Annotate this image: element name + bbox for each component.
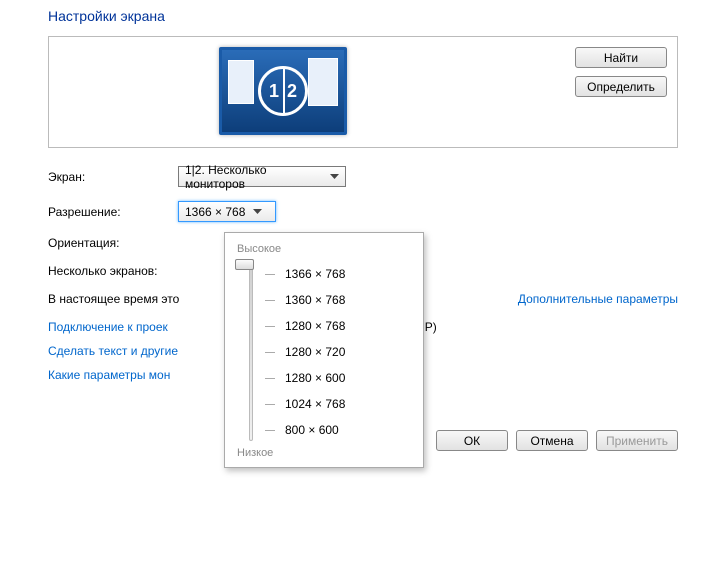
slider-track — [249, 263, 253, 441]
resolution-option[interactable]: 1280 × 720 — [265, 339, 411, 365]
monitor-inner-window-left — [228, 60, 254, 104]
resolution-combo-value: 1366 × 768 — [185, 205, 245, 219]
resolution-option[interactable]: 1366 × 768 — [265, 261, 411, 287]
slider-high-label: Высокое — [237, 243, 411, 255]
orientation-label: Ориентация: — [48, 236, 178, 250]
screen-combo[interactable]: 1|2. Несколько мониторов — [178, 166, 346, 187]
resolution-tick-list: 1366 × 768 1360 × 768 1280 × 768 1280 × … — [265, 261, 411, 443]
ok-button[interactable]: ОК — [436, 430, 508, 451]
resolution-option[interactable]: 1280 × 768 — [265, 313, 411, 339]
connect-projector-link[interactable]: Подключение к проек — [48, 320, 168, 334]
monitor-number-circle: 1 2 — [258, 66, 308, 116]
multiple-displays-label: Несколько экранов: — [48, 264, 178, 278]
screen-label: Экран: — [48, 170, 178, 184]
chevron-down-icon — [249, 203, 266, 220]
identify-button[interactable]: Определить — [575, 76, 667, 97]
advanced-settings-link[interactable]: Дополнительные параметры — [518, 292, 678, 306]
page-title: Настройки экрана — [48, 8, 678, 24]
slider-low-label: Низкое — [237, 447, 411, 459]
resolution-option[interactable]: 800 × 600 — [265, 417, 411, 443]
resolution-label: Разрешение: — [48, 205, 178, 219]
find-button[interactable]: Найти — [575, 47, 667, 68]
resolution-option[interactable]: 1360 × 768 — [265, 287, 411, 313]
slider-thumb[interactable] — [235, 259, 254, 270]
current-display-note: В настоящее время это — [48, 292, 179, 306]
resolution-option[interactable]: 1024 × 768 — [265, 391, 411, 417]
which-monitor-params-link[interactable]: Какие параметры мон — [48, 368, 170, 382]
monitor-preview-box: 1 2 Найти Определить — [48, 36, 678, 148]
cancel-button[interactable]: Отмена — [516, 430, 588, 451]
chevron-down-icon — [327, 168, 343, 185]
resolution-slider[interactable] — [237, 261, 265, 443]
apply-button: Применить — [596, 430, 678, 451]
resolution-slider-popup: Высокое 1366 × 768 1360 × 768 1280 × 768… — [224, 232, 424, 468]
screen-combo-value: 1|2. Несколько мониторов — [185, 163, 323, 191]
resolution-option[interactable]: 1280 × 600 — [265, 365, 411, 391]
text-size-link[interactable]: Сделать текст и другие — [48, 344, 178, 358]
monitor-circle-divider — [283, 69, 285, 113]
monitor-thumbnail[interactable]: 1 2 — [219, 47, 347, 135]
resolution-combo[interactable]: 1366 × 768 — [178, 201, 276, 222]
monitor-inner-window-right — [308, 58, 338, 106]
